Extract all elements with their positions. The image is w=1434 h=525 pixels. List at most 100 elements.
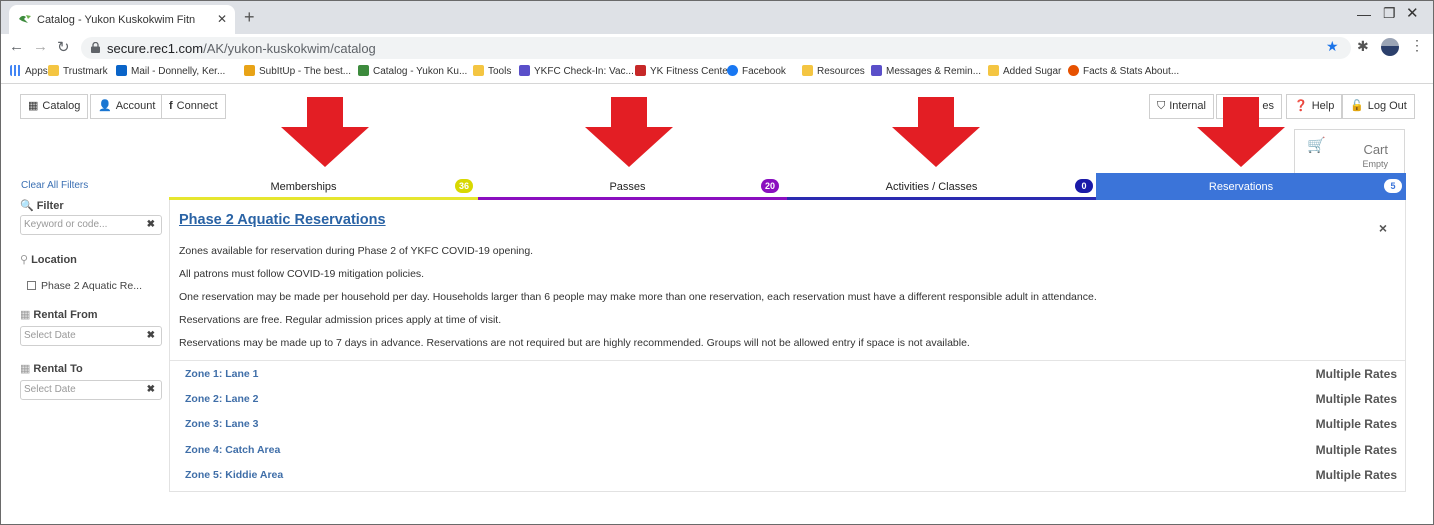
url-text: secure.rec1.com/AK/yukon-kuskokwim/catal… <box>107 41 376 56</box>
panel-title-link[interactable]: Phase 2 Aquatic Reservations <box>179 212 386 228</box>
reload-icon[interactable]: ↻ <box>57 38 70 56</box>
profile-avatar-icon[interactable] <box>1381 38 1399 56</box>
zone-link[interactable]: Zone 3: Lane 3 <box>185 418 259 430</box>
red-arrow-annotation <box>1197 97 1285 167</box>
location-option[interactable]: Phase 2 Aquatic Re... <box>27 280 142 292</box>
tab-reservations[interactable]: Reservations 5 <box>1096 173 1406 200</box>
logout-button[interactable]: 🔓 Log Out <box>1342 94 1415 119</box>
tab-count-badge: 36 <box>455 179 474 193</box>
subitup-icon <box>244 65 255 76</box>
calendar-icon: ▦ <box>20 309 31 321</box>
address-bar[interactable]: secure.rec1.com/AK/yukon-kuskokwim/catal… <box>81 37 1351 59</box>
bookmark-yk-fitness[interactable]: YK Fitness Center <box>635 65 731 77</box>
close-panel-icon[interactable]: × <box>1379 220 1387 236</box>
bookmark-label: YKFC Check-In: Vac... <box>534 66 634 77</box>
logout-label: Log Out <box>1367 100 1407 112</box>
yk-fitness-icon <box>635 65 646 76</box>
catalog-button[interactable]: ▦ Catalog <box>20 94 89 119</box>
connect-button[interactable]: f Connect <box>161 94 226 119</box>
tab-close-icon[interactable]: ✕ <box>217 12 227 26</box>
bookmark-apps[interactable]: Apps <box>10 65 48 77</box>
url-domain: secure.rec1.com <box>107 41 204 56</box>
category-tabs: Memberships 36 Passes 20 Activities / Cl… <box>169 173 1406 200</box>
description-line: Reservations may be made up to 7 days in… <box>179 337 970 349</box>
rec1-icon <box>358 65 369 76</box>
bookmark-tools[interactable]: Tools <box>473 65 511 77</box>
zone-link[interactable]: Zone 4: Catch Area <box>185 444 280 456</box>
bookmark-mail[interactable]: Mail - Donnelly, Ker... <box>116 65 225 77</box>
restore-icon[interactable]: ❐ <box>1383 5 1396 22</box>
bookmark-star-icon[interactable]: ★ <box>1326 38 1339 55</box>
rental-from-label: Rental From <box>33 309 98 321</box>
facebook-f-icon: f <box>169 100 173 112</box>
tab-passes[interactable]: Passes 20 <box>478 173 787 200</box>
window-close-icon[interactable]: ✕ <box>1406 4 1419 22</box>
cart-label: Cart <box>1363 142 1388 157</box>
browser-tab[interactable]: Catalog - Yukon Kuskokwim Fitn ✕ <box>9 5 235 34</box>
extensions-icon[interactable]: ✱ <box>1357 38 1369 55</box>
cart-status: Empty <box>1362 159 1388 169</box>
catalog-page: ▦ Catalog 👤 Account f Connect ⛉ Internal es … <box>1 85 1433 524</box>
keyword-search-input[interactable]: Keyword or code... ✖ <box>20 215 162 235</box>
zone-link[interactable]: Zone 5: Kiddie Area <box>185 469 283 481</box>
clear-keyword-icon[interactable]: ✖ <box>147 216 155 234</box>
cart-button[interactable]: 🛒 Cart Empty <box>1294 129 1405 175</box>
tab-label: Reservations <box>1208 181 1274 193</box>
tab-label: Passes <box>609 181 646 193</box>
rental-to-date-input[interactable]: Select Date ✖ <box>20 380 162 400</box>
bookmark-facts-stats[interactable]: Facts & Stats About... <box>1068 65 1179 77</box>
question-icon: ❓ <box>1294 100 1308 112</box>
help-button[interactable]: ❓ Help <box>1286 94 1343 119</box>
search-icon: 🔍 <box>20 200 34 212</box>
bookmark-facebook[interactable]: Facebook <box>727 65 786 77</box>
zone-link[interactable]: Zone 2: Lane 2 <box>185 393 259 405</box>
keyword-placeholder: Keyword or code... <box>24 219 108 230</box>
bookmark-subitup[interactable]: SubItUp - The best... <box>244 65 351 77</box>
bookmark-added-sugar[interactable]: Added Sugar <box>988 65 1061 77</box>
bookmark-trustmark[interactable]: Trustmark <box>48 65 108 77</box>
clear-date-icon[interactable]: ✖ <box>147 327 155 345</box>
new-tab-icon[interactable]: + <box>244 8 255 26</box>
rental-to-heading: ▦ Rental To <box>20 362 83 375</box>
back-icon[interactable]: ← <box>9 38 24 55</box>
location-option-label: Phase 2 Aquatic Re... <box>41 280 142 292</box>
minimize-icon[interactable]: — <box>1357 6 1371 22</box>
browser-menu-icon[interactable]: ⋮ <box>1410 37 1424 54</box>
bookmark-label: Facebook <box>742 66 786 77</box>
red-arrow-annotation <box>281 97 369 167</box>
red-arrow-annotation <box>585 97 673 167</box>
rental-from-placeholder: Select Date <box>24 330 76 341</box>
rental-from-date-input[interactable]: Select Date ✖ <box>20 326 162 346</box>
bookmark-label: YK Fitness Center <box>650 66 732 77</box>
reservations-panel: Phase 2 Aquatic Reservations × Zones ava… <box>169 200 1406 492</box>
bookmark-messages[interactable]: Messages & Remin... <box>871 65 981 77</box>
folder-icon <box>473 65 484 76</box>
location-checkbox[interactable] <box>27 281 36 290</box>
site-icon <box>1068 65 1079 76</box>
rental-from-heading: ▦ Rental From <box>20 308 98 321</box>
filter-heading: 🔍 Filter <box>20 199 64 212</box>
bookmark-catalog[interactable]: Catalog - Yukon Ku... <box>358 65 467 77</box>
zone-rate: Multiple Rates <box>1315 367 1397 381</box>
location-heading: ⚲ Location <box>20 253 77 266</box>
tab-activities-classes[interactable]: Activities / Classes 0 <box>787 173 1096 200</box>
forward-icon[interactable]: → <box>33 38 48 55</box>
clear-filters-link[interactable]: Clear All Filters <box>21 180 88 191</box>
tab-label: Activities / Classes <box>885 181 978 193</box>
facebook-icon <box>727 65 738 76</box>
tab-memberships[interactable]: Memberships 36 <box>169 173 478 200</box>
apps-grid-icon <box>10 65 21 76</box>
zone-link[interactable]: Zone 1: Lane 1 <box>185 368 259 380</box>
bookmark-label: Apps <box>25 66 48 77</box>
bookmark-label: SubItUp - The best... <box>259 66 352 77</box>
cart-icon: 🛒 <box>1307 137 1326 154</box>
bookmark-label: Tools <box>488 66 512 77</box>
catalog-label: Catalog <box>42 100 81 112</box>
description-line: All patrons must follow COVID-19 mitigat… <box>179 268 425 280</box>
bookmark-ykfc-checkin[interactable]: YKFC Check-In: Vac... <box>519 65 634 77</box>
account-button[interactable]: 👤 Account <box>90 94 164 119</box>
zone-rate: Multiple Rates <box>1315 392 1397 406</box>
rental-to-placeholder: Select Date <box>24 384 76 395</box>
bookmark-resources[interactable]: Resources <box>802 65 865 77</box>
clear-date-icon[interactable]: ✖ <box>147 381 155 399</box>
